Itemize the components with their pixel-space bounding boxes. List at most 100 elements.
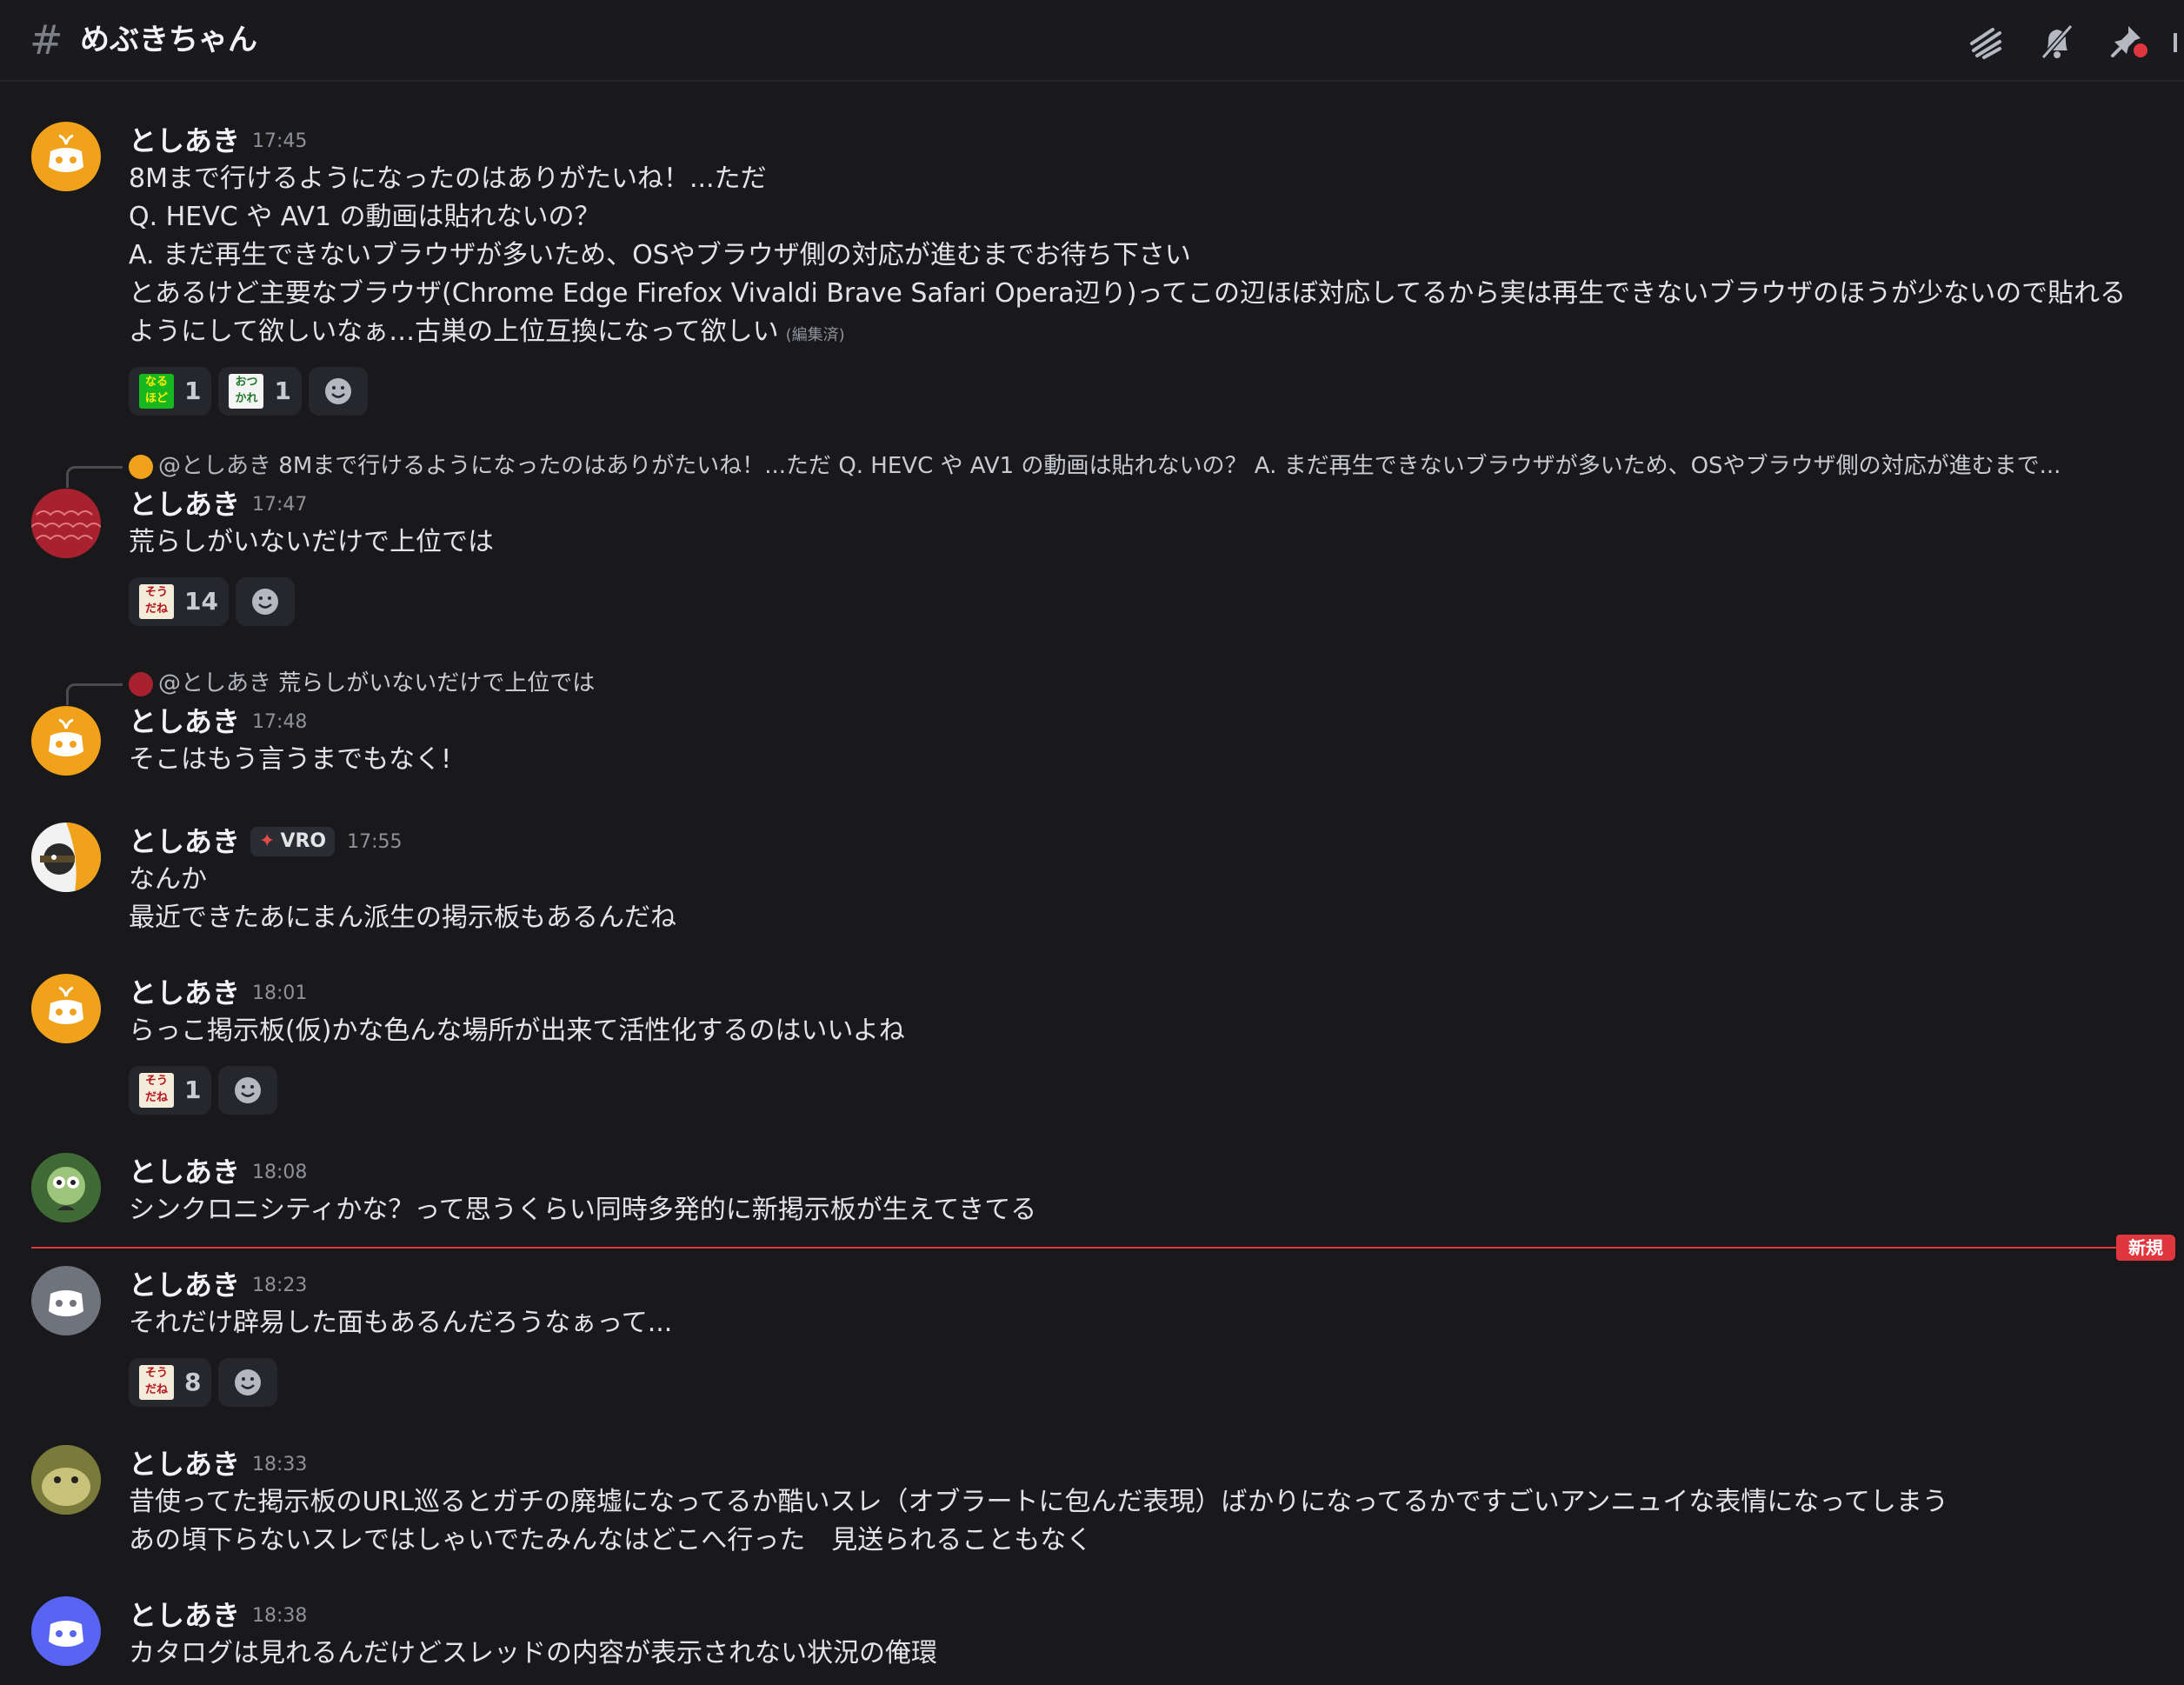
smiley-icon: [251, 589, 278, 615]
hashtag-icon: #: [30, 17, 63, 63]
message-feed: としあき 17:45 8Mまで行けるようになったのはありがたいね！...ただ Q.…: [0, 82, 2184, 1685]
avatar[interactable]: [31, 122, 101, 191]
add-reaction-button[interactable]: [218, 1066, 278, 1115]
reaction-bar: なる ほど 1 おつ かれ 1: [129, 367, 368, 417]
message-text: ようにして欲しいなぁ…古巣の上位互換になって欲しい: [129, 316, 779, 347]
character-avatar-icon: [31, 1153, 101, 1222]
add-reaction-button[interactable]: [218, 1358, 278, 1407]
message-line: そこはもう言うまでもなく!: [129, 744, 452, 775]
message-header: としあき 17:45: [129, 122, 307, 160]
reply-avatar: [129, 671, 153, 696]
username[interactable]: としあき: [129, 1269, 240, 1302]
character-avatar-icon: [31, 1445, 101, 1515]
timestamp: 17:48: [252, 710, 308, 733]
server-tag-label: VRO: [280, 830, 327, 852]
character-avatar-icon: [31, 823, 101, 892]
message-line: 最近できたあにまん派生の掲示板もあるんだね: [129, 902, 676, 933]
reply-text: 荒らしがいないだけで上位では: [278, 670, 596, 696]
reply-avatar: [129, 454, 153, 479]
message-line: A. まだ再生できないブラウザが多いため、OSやブラウザ側の対応が進むまでお待ち…: [129, 240, 1191, 270]
add-reaction-button[interactable]: [308, 367, 368, 416]
timestamp: 17:55: [347, 830, 403, 853]
avatar[interactable]: [31, 1153, 101, 1222]
reaction-otsukare[interactable]: おつ かれ 1: [218, 367, 302, 416]
username[interactable]: としあき: [129, 488, 240, 521]
discord-logo-icon: [49, 986, 83, 1024]
username[interactable]: としあき: [129, 1599, 240, 1632]
new-messages-badge: 新規: [2116, 1235, 2175, 1261]
reaction-bar: そう だね 1: [129, 1066, 278, 1116]
username[interactable]: としあき: [129, 705, 240, 738]
avatar[interactable]: [31, 1266, 101, 1335]
message-line: あの頃下らないスレではしゃいでたみんなはどこへ行った 見送られることもなく: [129, 1525, 1093, 1555]
message-line: とあるけど主要なブラウザ(Chrome Edge Firefox Vivaldi…: [129, 278, 2127, 309]
smiley-icon: [235, 1369, 262, 1395]
reply-mention[interactable]: @としあき: [158, 670, 271, 696]
avatar[interactable]: [31, 1596, 101, 1666]
message-header: としあき 18:08: [129, 1153, 307, 1191]
reaction-count: 14: [184, 587, 218, 616]
mute-bell-icon[interactable]: [2033, 17, 2081, 66]
message-header: としあき 17:48: [129, 703, 307, 741]
username[interactable]: としあき: [129, 1448, 240, 1481]
message-line: Q. HEVC や AV1 の動画は貼れないの？: [129, 202, 601, 232]
vro-tag-icon: ✦: [259, 830, 276, 852]
reply-preview[interactable]: @としあき 8Mまで行けるようになったのはありがたいね！...ただ Q. HEV…: [129, 449, 2061, 483]
message-line: 昔使ってた掲示板のURL巡るとガチの廃墟になってるか酷いスレ（オブラートに包んだ…: [129, 1487, 1948, 1517]
overflow-icon[interactable]: [2174, 33, 2184, 52]
message-line: シンクロニシティかな？って思うくらい同時多発的に新掲示板が生えてきてる: [129, 1195, 1037, 1225]
add-reaction-button[interactable]: [235, 577, 295, 626]
soudane-emoji-icon: そう だね: [139, 1365, 174, 1400]
naruhodo-emoji-icon: なる ほど: [139, 374, 174, 409]
timestamp: 17:45: [252, 130, 308, 152]
avatar[interactable]: [31, 1445, 101, 1515]
red-pattern-avatar-icon: [31, 510, 101, 541]
username[interactable]: としあき: [129, 1156, 240, 1189]
discord-logo-icon: [49, 1290, 83, 1316]
message-line: 荒らしがいないだけで上位では: [129, 527, 494, 557]
smiley-icon: [235, 1077, 262, 1103]
username[interactable]: としあき: [129, 124, 240, 157]
message-line: 8Mまで行けるようになったのはありがたいね！...ただ: [129, 163, 767, 194]
timestamp: 17:47: [252, 493, 308, 516]
reply-preview[interactable]: @としあき 荒らしがいないだけで上位では: [129, 666, 595, 701]
message-line: ようにして欲しいなぁ…古巣の上位互換になって欲しい (編集済): [129, 313, 845, 355]
reply-text: 8Mまで行けるようになったのはありがたいね！...ただ Q. HEVC や AV…: [278, 453, 2061, 479]
avatar[interactable]: [31, 823, 101, 892]
reaction-soudane[interactable]: そう だね 1: [129, 1066, 212, 1115]
reaction-bar: そう だね 14: [129, 577, 295, 628]
server-tag[interactable]: ✦ VRO: [250, 827, 336, 856]
message-header: としあき 18:23: [129, 1266, 307, 1304]
username[interactable]: としあき: [129, 825, 240, 858]
channel-header: # めぶきちゃん: [0, 0, 2184, 82]
username[interactable]: としあき: [129, 976, 240, 1009]
reply-connector: [66, 466, 123, 488]
message-header: としあき ✦ VRO 17:55: [129, 823, 403, 861]
reply-mention[interactable]: @としあき: [158, 453, 271, 479]
reaction-soudane[interactable]: そう だね 8: [129, 1358, 212, 1407]
message-header: としあき 17:47: [129, 485, 307, 523]
timestamp: 18:23: [252, 1274, 308, 1296]
discord-logo-icon: [49, 134, 83, 172]
pin-icon[interactable]: [2102, 17, 2151, 66]
reaction-naruhodo[interactable]: なる ほど 1: [129, 367, 212, 416]
avatar[interactable]: [31, 706, 101, 776]
discord-logo-icon: [49, 718, 83, 756]
avatar[interactable]: [31, 974, 101, 1043]
smiley-icon: [324, 378, 351, 404]
otsukare-emoji-icon: おつ かれ: [229, 374, 264, 409]
threads-icon[interactable]: [1961, 17, 2010, 66]
reaction-soudane[interactable]: そう だね 14: [129, 577, 229, 626]
message-line: らっこ掲示板(仮)かな色んな場所が出来て活性化するのはいいよね: [129, 1016, 905, 1046]
reaction-bar: そう だね 8: [129, 1358, 278, 1409]
avatar[interactable]: [31, 489, 101, 558]
reaction-count: 1: [274, 376, 291, 405]
new-messages-divider: [31, 1247, 2121, 1249]
message-header: としあき 18:38: [129, 1596, 307, 1635]
soudane-emoji-icon: そう だね: [139, 584, 174, 619]
channel-name: めぶきちゃん: [80, 23, 257, 57]
edited-label: (編集済): [785, 326, 845, 344]
message-header: としあき 18:01: [129, 974, 307, 1012]
message-header: としあき 18:33: [129, 1445, 307, 1483]
reaction-count: 1: [184, 376, 202, 405]
